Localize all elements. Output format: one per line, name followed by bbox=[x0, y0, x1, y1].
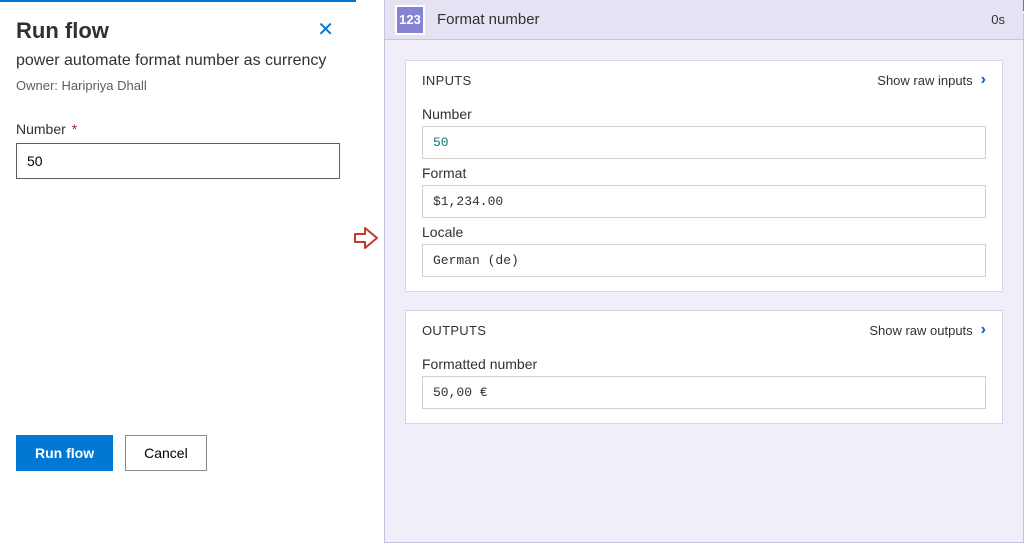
input-number-value: 50 bbox=[422, 126, 986, 159]
input-format-label: Format bbox=[422, 165, 986, 181]
show-raw-outputs-link[interactable]: Show raw outputs › bbox=[869, 321, 986, 339]
input-locale-label: Locale bbox=[422, 224, 986, 240]
action-duration: 0s bbox=[991, 12, 1005, 27]
input-number-label: Number bbox=[422, 106, 986, 122]
input-locale-value: German (de) bbox=[422, 244, 986, 277]
output-formatted-label: Formatted number bbox=[422, 356, 986, 372]
inputs-card: INPUTS Show raw inputs › Number 50 Forma… bbox=[405, 60, 1003, 292]
outputs-heading: OUTPUTS bbox=[422, 323, 486, 338]
action-details-panel: ✓ 123 Format number 0s INPUTS Show raw i… bbox=[384, 0, 1024, 543]
arrow-icon bbox=[353, 225, 379, 254]
chevron-right-icon: › bbox=[981, 321, 986, 339]
action-title: Format number bbox=[437, 11, 540, 28]
action-header[interactable]: 123 Format number 0s bbox=[385, 0, 1023, 40]
chevron-right-icon: › bbox=[981, 71, 986, 89]
close-icon[interactable]: ✕ bbox=[311, 18, 340, 42]
show-raw-outputs-label: Show raw outputs bbox=[869, 323, 972, 338]
flow-owner: Owner: Haripriya Dhall bbox=[16, 78, 340, 93]
input-format-value: $1,234.00 bbox=[422, 185, 986, 218]
number-label-row: Number * bbox=[16, 121, 340, 137]
flow-name: power automate format number as currency bbox=[16, 50, 340, 72]
show-raw-inputs-label: Show raw inputs bbox=[877, 73, 972, 88]
panel-title: Run flow bbox=[16, 18, 109, 44]
run-flow-panel: Run flow ✕ power automate format number … bbox=[0, 0, 356, 543]
run-flow-button[interactable]: Run flow bbox=[16, 435, 113, 471]
required-asterisk: * bbox=[72, 121, 77, 137]
number-input[interactable] bbox=[16, 143, 340, 179]
output-formatted-value: 50,00 € bbox=[422, 376, 986, 409]
cancel-button[interactable]: Cancel bbox=[125, 435, 207, 471]
format-number-icon: 123 bbox=[395, 5, 425, 35]
show-raw-inputs-link[interactable]: Show raw inputs › bbox=[877, 71, 986, 89]
number-label: Number bbox=[16, 121, 66, 137]
inputs-heading: INPUTS bbox=[422, 73, 471, 88]
outputs-card: OUTPUTS Show raw outputs › Formatted num… bbox=[405, 310, 1003, 424]
